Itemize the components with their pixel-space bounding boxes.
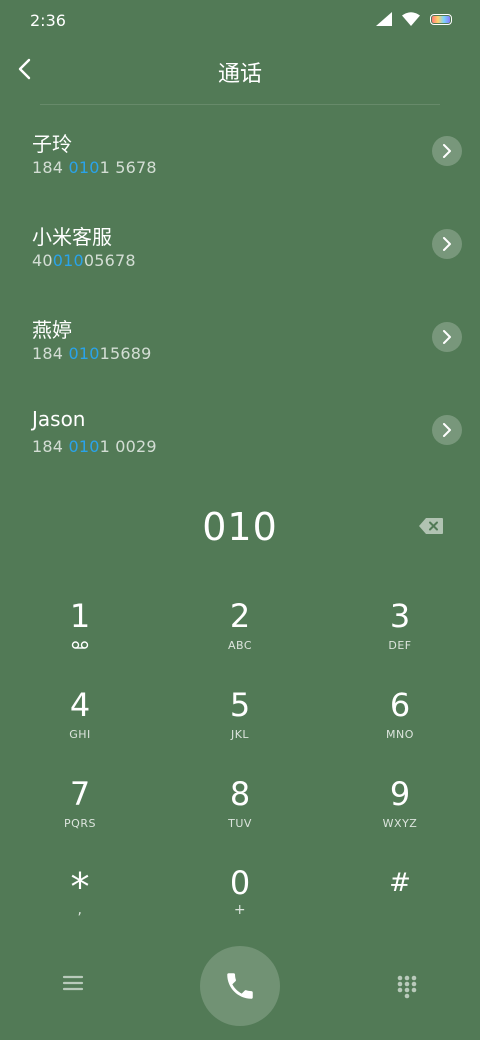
chevron-right-icon (443, 330, 451, 344)
bottom-bar (0, 946, 480, 1026)
divider (40, 104, 440, 105)
status-bar: 2:36 (0, 0, 480, 42)
contact-list: 子玲 184 0101 5678 小米客服 4001005678 燕婷 184 … (0, 106, 480, 478)
phone-icon (227, 973, 253, 999)
dialpad: 1 2 ABC 3 DEF 4 GHI 5 JKL 6 MNO 7 PQRS 8… (0, 590, 480, 946)
number-match: 010 (52, 251, 84, 270)
key-7[interactable]: 7 PQRS (0, 768, 160, 857)
dialpad-icon[interactable] (396, 974, 418, 1000)
key-6[interactable]: 6 MNO (320, 679, 480, 768)
contact-name: 子玲 (32, 132, 72, 156)
contact-row[interactable]: 子玲 184 0101 5678 (0, 106, 480, 199)
backspace-icon[interactable] (418, 517, 444, 535)
key-1[interactable]: 1 (0, 590, 160, 679)
signal-icon (376, 12, 392, 26)
contact-number: 184 01015689 (32, 344, 152, 363)
key-9[interactable]: 9 WXYZ (320, 768, 480, 857)
number-match: 010 (68, 158, 100, 177)
key-hash[interactable]: # (320, 857, 480, 946)
contact-row[interactable]: 小米客服 4001005678 (0, 199, 480, 292)
key-8[interactable]: 8 TUV (160, 768, 320, 857)
wifi-icon (402, 12, 420, 26)
chevron-right-icon (443, 237, 451, 251)
contact-detail-button[interactable] (432, 322, 462, 352)
contact-number: 184 0101 0029 (32, 437, 157, 456)
header: 通话 (0, 48, 480, 96)
contact-detail-button[interactable] (432, 136, 462, 166)
voicemail-icon (71, 641, 89, 649)
contact-number: 184 0101 5678 (32, 158, 157, 177)
status-icons (376, 12, 452, 26)
key-3[interactable]: 3 DEF (320, 590, 480, 679)
contact-row[interactable]: Jason 184 0101 0029 (0, 385, 480, 478)
contact-detail-button[interactable] (432, 229, 462, 259)
key-2[interactable]: 2 ABC (160, 590, 320, 679)
dialed-number[interactable]: 010 (0, 505, 480, 549)
chevron-right-icon (443, 144, 451, 158)
status-time: 2:36 (30, 11, 66, 30)
contact-name: Jason (32, 407, 86, 431)
battery-icon (430, 13, 452, 25)
key-4[interactable]: 4 GHI (0, 679, 160, 768)
number-match: 010 (68, 344, 100, 363)
page-title: 通话 (217, 62, 262, 87)
number-match: 010 (68, 437, 100, 456)
key-0[interactable]: 0 + (160, 857, 320, 946)
contact-name: 小米客服 (32, 225, 112, 249)
contact-row[interactable]: 燕婷 184 01015689 (0, 292, 480, 385)
chevron-right-icon (443, 423, 451, 437)
contact-detail-button[interactable] (432, 415, 462, 445)
key-star[interactable]: * , (0, 857, 160, 946)
contact-name: 燕婷 (32, 318, 72, 342)
call-button[interactable] (200, 946, 280, 1026)
key-5[interactable]: 5 JKL (160, 679, 320, 768)
contact-number: 4001005678 (32, 251, 136, 270)
menu-icon[interactable] (62, 972, 84, 994)
